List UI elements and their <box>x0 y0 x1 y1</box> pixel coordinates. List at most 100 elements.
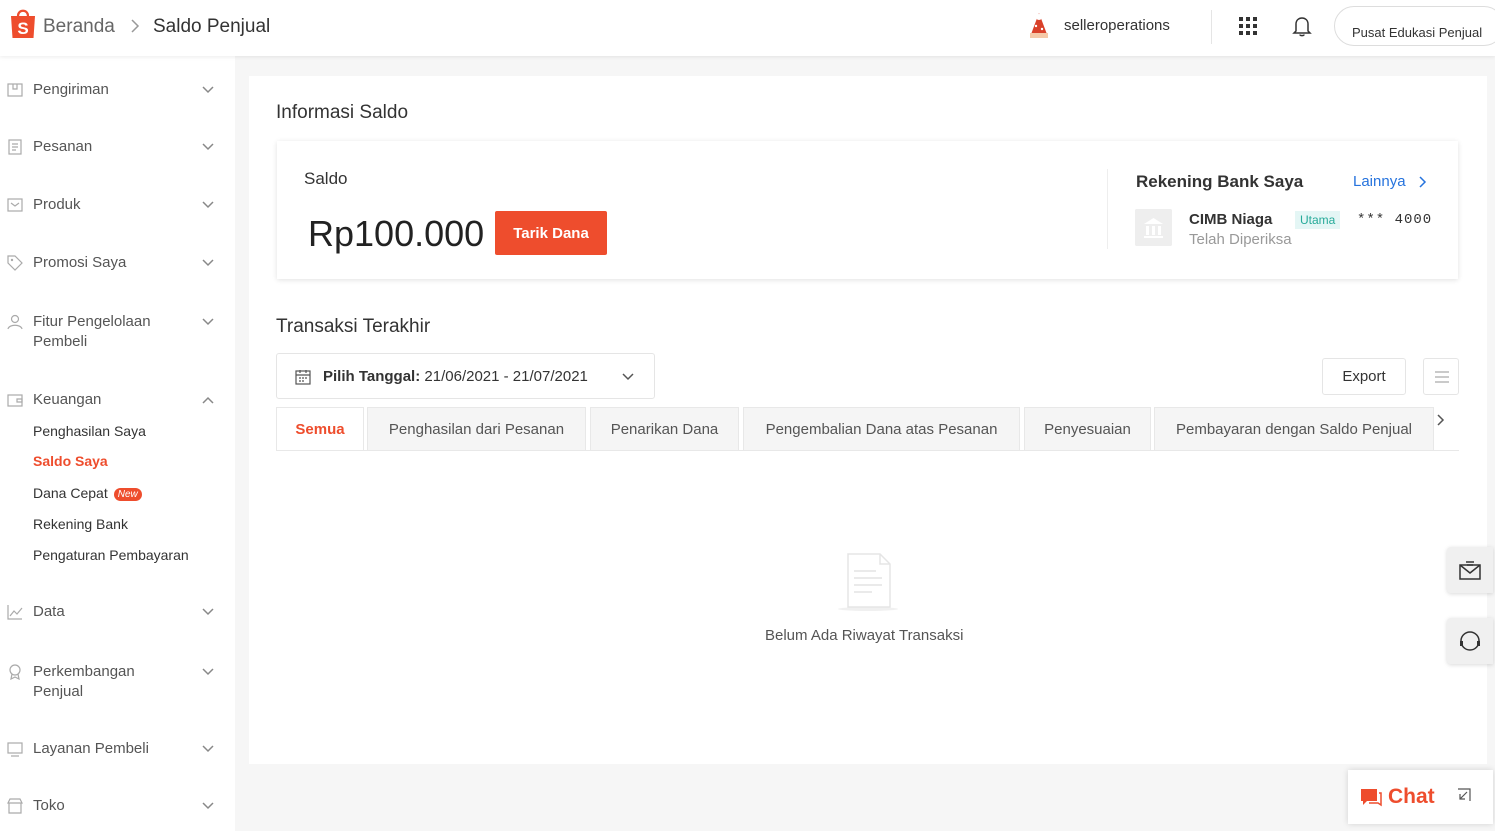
svg-text:S: S <box>17 19 28 38</box>
chevron-down-icon <box>202 608 214 616</box>
chart-icon <box>7 605 23 620</box>
empty-state-text: Belum Ada Riwayat Transaksi <box>765 627 964 644</box>
calendar-icon <box>295 370 311 385</box>
tab-penyesuaian[interactable]: Penyesuaian <box>1024 407 1151 451</box>
box-icon <box>7 198 23 212</box>
sidebar-item-promosi[interactable]: Promosi Saya <box>0 253 235 277</box>
sidebar-item-toko[interactable]: Toko <box>0 796 235 820</box>
sidebar-item-label: Layanan Pembeli <box>33 740 149 757</box>
chat-label: Chat <box>1388 785 1435 808</box>
date-range-picker[interactable]: Pilih Tanggal: 21/06/2021 - 21/07/2021 <box>276 353 655 399</box>
date-label: Pilih Tanggal: 21/06/2021 - 21/07/2021 <box>323 368 588 385</box>
sidebar-item-label: Keuangan <box>33 391 102 408</box>
chevron-right-icon[interactable] <box>1436 413 1446 427</box>
sidebar-subitem-rekening[interactable]: Rekening Bank <box>33 516 128 532</box>
expand-icon[interactable] <box>1456 787 1472 803</box>
bank-name: CIMB Niaga <box>1189 211 1273 228</box>
sidebar-item-fitur-pembeli[interactable]: Fitur Pengelolaan Pembeli <box>0 312 235 354</box>
empty-document-icon <box>838 553 898 611</box>
chevron-down-icon <box>202 259 214 267</box>
people-icon <box>7 314 23 330</box>
truck-icon <box>7 83 23 97</box>
withdraw-button[interactable]: Tarik Dana <box>495 211 607 255</box>
breadcrumb-home[interactable]: Beranda <box>43 16 115 38</box>
sidebar: Pengiriman Pesanan Produk Promosi Saya F… <box>0 56 235 831</box>
chevron-down-icon <box>202 318 214 326</box>
sidebar-item-label: Perkembangan Penjual <box>33 663 135 700</box>
shop-icon <box>7 798 23 814</box>
tab-penghasilan[interactable]: Penghasilan dari Pesanan <box>367 407 586 451</box>
bell-icon[interactable] <box>1292 15 1312 37</box>
avatar[interactable] <box>1024 11 1054 41</box>
chevron-right-icon <box>131 19 140 33</box>
message-float-button[interactable] <box>1447 547 1493 593</box>
chevron-down-icon <box>202 143 214 151</box>
date-range-value: 21/06/2021 - 21/07/2021 <box>424 368 588 385</box>
sidebar-item-keuangan[interactable]: Keuangan <box>0 390 235 414</box>
tab-penarikan[interactable]: Penarikan Dana <box>590 407 739 451</box>
chevron-down-icon <box>202 802 214 810</box>
sidebar-subitem-dana-cepat[interactable]: Dana Cepat New <box>33 485 142 501</box>
sidebar-subitem-pengaturan[interactable]: Pengaturan Pembayaran <box>33 547 189 563</box>
chat-icon <box>1361 789 1382 807</box>
more-link[interactable]: Lainnya <box>1353 173 1406 190</box>
tab-pengembalian[interactable]: Pengembalian Dana atas Pesanan <box>743 407 1020 451</box>
chevron-down-icon <box>202 201 214 209</box>
support-float-button[interactable] <box>1447 618 1493 664</box>
shopee-logo-icon[interactable]: S <box>8 6 38 40</box>
chevron-up-icon <box>202 396 214 404</box>
wallet-icon <box>7 394 23 407</box>
sidebar-item-pesanan[interactable]: Pesanan <box>0 137 235 161</box>
tag-icon <box>7 255 23 271</box>
account-number: *** 4000 <box>1357 212 1433 228</box>
export-button[interactable]: Export <box>1322 358 1406 395</box>
bank-icon <box>1135 209 1172 246</box>
tab-pembayaran[interactable]: Pembayaran dengan Saldo Penjual <box>1154 407 1434 451</box>
sidebar-item-produk[interactable]: Produk <box>0 195 235 219</box>
list-view-button[interactable] <box>1423 358 1459 395</box>
headset-icon <box>1460 631 1480 651</box>
seller-education-button[interactable]: Pusat Edukasi Penjual <box>1334 6 1495 46</box>
new-badge: New <box>113 488 142 501</box>
sidebar-subitem-penghasilan[interactable]: Penghasilan Saya <box>33 423 146 439</box>
saldo-info-box: Saldo Rp100.000 Tarik Dana Rekening Bank… <box>277 141 1458 279</box>
date-prefix: Pilih Tanggal: <box>323 368 421 385</box>
username[interactable]: selleroperations <box>1064 17 1170 34</box>
saldo-section-title: Informasi Saldo <box>276 102 409 123</box>
chevron-down-icon <box>622 373 634 381</box>
saldo-label: Saldo <box>304 169 348 188</box>
sidebar-subitem-saldo[interactable]: Saldo Saya <box>33 453 108 469</box>
sidebar-item-label: Produk <box>33 196 81 213</box>
sidebar-item-label: Promosi Saya <box>33 254 127 271</box>
breadcrumb-current: Saldo Penjual <box>153 16 271 37</box>
bank-status: Telah Diperiksa <box>1189 231 1292 248</box>
monitor-icon <box>7 742 23 757</box>
chevron-down-icon <box>202 745 214 753</box>
chevron-down-icon <box>202 668 214 676</box>
apps-grid-icon[interactable] <box>1238 16 1258 36</box>
chevron-down-icon <box>202 86 214 94</box>
clipboard-icon <box>8 139 22 155</box>
saldo-amount: Rp100.000 <box>308 213 485 254</box>
box-divider <box>1107 169 1108 249</box>
dana-cepat-label: Dana Cepat <box>33 485 108 501</box>
sidebar-item-label: Toko <box>33 797 65 814</box>
header-divider <box>1211 10 1212 44</box>
sidebar-item-label: Fitur Pengelolaan Pembeli <box>33 313 151 350</box>
sidebar-item-label: Pesanan <box>33 138 93 155</box>
transactions-section-title: Transaksi Terakhir <box>276 316 431 337</box>
sidebar-item-label: Pengiriman <box>33 81 109 98</box>
sidebar-item-data[interactable]: Data <box>0 602 235 626</box>
tab-semua[interactable]: Semua <box>276 407 364 451</box>
list-icon <box>1435 371 1449 383</box>
sidebar-item-perkembangan[interactable]: Perkembangan Penjual <box>0 662 235 704</box>
bank-section-title: Rekening Bank Saya <box>1136 172 1304 191</box>
sidebar-item-label: Data <box>33 603 65 620</box>
chat-widget[interactable]: Chat <box>1348 770 1493 824</box>
sidebar-item-pengiriman[interactable]: Pengiriman <box>0 80 235 104</box>
tabs-divider <box>276 450 1459 451</box>
top-header: S Beranda Saldo Penjual selleroperations… <box>0 0 1495 56</box>
chevron-right-icon[interactable] <box>1418 175 1428 189</box>
medal-icon <box>9 664 21 680</box>
sidebar-item-layanan[interactable]: Layanan Pembeli <box>0 739 235 763</box>
